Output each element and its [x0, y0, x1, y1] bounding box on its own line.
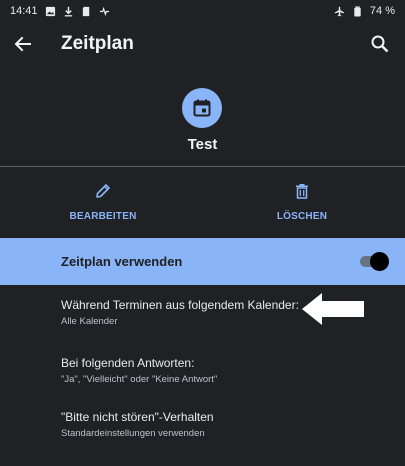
search-icon[interactable]: [370, 34, 390, 54]
calendar-badge: [182, 88, 222, 128]
data-saver-icon: [99, 6, 109, 16]
setting-dnd-behavior[interactable]: "Bitte nicht stören"-Verhalten Standarde…: [0, 410, 405, 466]
setting-responses[interactable]: Bei folgenden Antworten: "Ja", "Vielleic…: [0, 356, 405, 412]
use-schedule-switch[interactable]: [360, 252, 389, 271]
status-left: 14:41: [10, 5, 110, 17]
setting-subtitle: "Ja", "Vielleicht" oder "Keine Antwort": [61, 374, 218, 385]
delete-button[interactable]: LÖSCHEN: [242, 182, 362, 224]
edit-label: BEARBEITEN: [69, 211, 137, 222]
back-arrow-icon[interactable]: [13, 34, 33, 54]
delete-label: LÖSCHEN: [276, 211, 328, 222]
battery-icon: [354, 5, 361, 17]
edit-button[interactable]: BEARBEITEN: [43, 182, 163, 224]
page-title: Zeitplan: [61, 33, 134, 54]
trash-icon: [296, 184, 308, 199]
app-bar: Zeitplan: [0, 22, 405, 66]
switch-thumb: [370, 252, 389, 271]
battery-percent: 74 %: [369, 5, 395, 17]
status-bar: 14:41 74 %: [0, 0, 405, 22]
setting-subtitle: Standardeinstellungen verwenden: [61, 428, 205, 439]
setting-title: Bei folgenden Antworten:: [61, 356, 195, 370]
divider: [0, 166, 405, 167]
schedule-name: Test: [187, 136, 218, 153]
airplane-mode-icon: [334, 5, 345, 16]
use-schedule-row[interactable]: Zeitplan verwenden: [0, 238, 405, 285]
status-right: 74 %: [334, 5, 395, 17]
sd-card-icon: [82, 6, 89, 16]
setting-title: Während Terminen aus folgendem Kalender:: [61, 298, 299, 312]
use-schedule-label: Zeitplan verwenden: [61, 254, 183, 269]
setting-subtitle: Alle Kalender: [61, 316, 118, 327]
calendar-icon: [193, 99, 211, 117]
download-icon: [64, 6, 72, 16]
pencil-icon: [96, 184, 110, 198]
pointer-arrow-icon: [302, 293, 364, 325]
setting-title: "Bitte nicht stören"-Verhalten: [61, 410, 214, 424]
image-icon: [45, 6, 55, 16]
status-time: 14:41: [10, 5, 38, 17]
